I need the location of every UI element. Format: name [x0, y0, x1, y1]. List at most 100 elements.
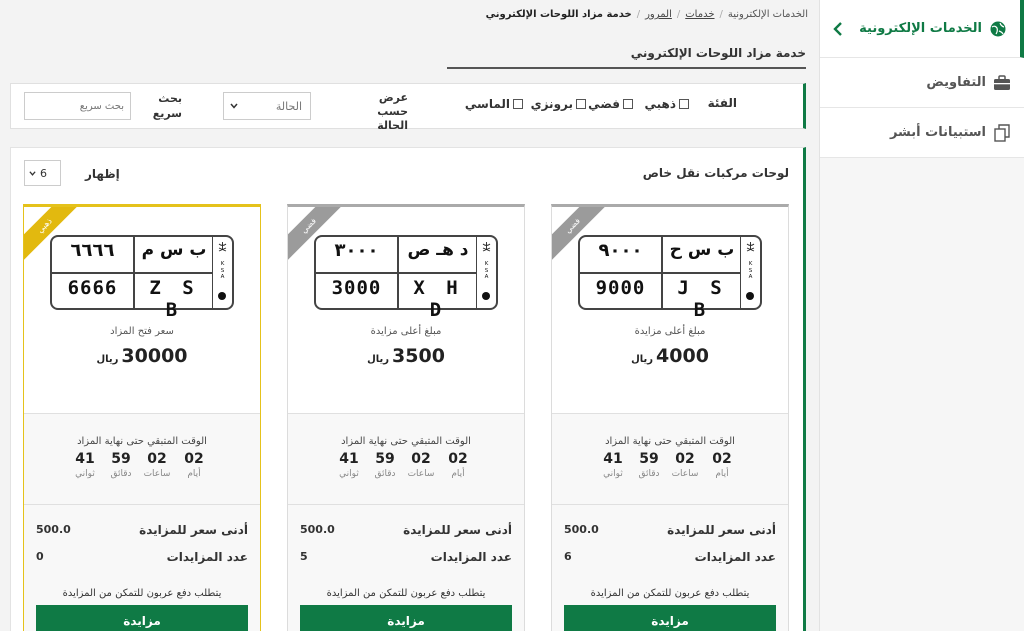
checkbox-bronze[interactable]: برونزي — [531, 97, 586, 111]
checkbox-diamond[interactable]: الماسي — [465, 97, 523, 111]
price-currency: ريال — [631, 354, 654, 365]
countdown-label: الوقت المتبقي حتى نهاية المزاد — [605, 436, 735, 447]
plate-numbers-english: 6666 — [67, 277, 118, 299]
countdown-label: الوقت المتبقي حتى نهاية المزاد — [341, 436, 471, 447]
ksa-letter: S — [748, 267, 753, 274]
ksa-letter: A — [220, 274, 225, 280]
license-plate: ٦٦٦٦ ب س م 6666 Z S B KSA — [50, 235, 234, 321]
countdown-unit: دقائق — [638, 469, 660, 479]
card-header: فضي ٩٠٠٠ ب س ح 9000 J S B KSA مبلغ أعلى … — [552, 207, 788, 413]
plate-numbers-english: 3000 — [331, 277, 382, 299]
saudi-crest-icon — [218, 242, 227, 252]
bid-button[interactable]: مزايدة — [300, 605, 512, 631]
plate-letters-arabic: ب س م — [141, 240, 207, 260]
price: 30000ريال — [24, 345, 260, 367]
countdown: الوقت المتبقي حتى نهاية المزاد 02 أيام 02… — [288, 413, 524, 505]
breadcrumb-services[interactable]: خدمات — [685, 9, 714, 20]
countdown-unit: أيام — [451, 469, 465, 479]
countdown-hours: 02 ساعات — [406, 451, 436, 479]
bids-count-row: عدد المزايدات 0 — [36, 550, 248, 564]
plates-panel: لوحات مركبات نقل خاص إظهار 6 فضي ٩٠٠٠ ب … — [10, 147, 806, 631]
sidebar-item-label: استبيانات أبشر — [889, 125, 986, 140]
breadcrumb-home[interactable]: الخدمات الإلكترونية — [728, 9, 808, 20]
checkbox-label: الماسي — [464, 97, 510, 111]
title-underline — [447, 67, 806, 69]
countdown-value: 02 — [712, 451, 732, 467]
countdown-value: 02 — [675, 451, 695, 467]
license-plate: ٣٠٠٠ د هـ ص 3000 X H D KSA — [314, 235, 498, 321]
plate-numbers-arabic: ٩٠٠٠ — [598, 240, 643, 261]
min-bid-value: 500.0 — [36, 523, 71, 536]
countdown-value: 41 — [75, 451, 95, 467]
briefcase-icon — [992, 74, 1012, 92]
countdown-unit: ثواني — [603, 469, 623, 479]
bid-button[interactable]: مزايدة — [36, 605, 248, 631]
min-bid-value: 500.0 — [564, 523, 599, 536]
plate-ksa-strip: KSA — [476, 237, 496, 308]
countdown-minutes: 59 دقائق — [106, 451, 136, 479]
bids-count-value: 5 — [300, 550, 308, 563]
countdown-value: 41 — [339, 451, 359, 467]
countdown-unit: ساعات — [407, 469, 435, 479]
breadcrumb-current: خدمة مزاد اللوحات الإلكتروني — [485, 9, 632, 20]
countdown-unit: ثواني — [339, 469, 359, 479]
ksa-letter: K — [484, 261, 489, 267]
ksa-letter: K — [220, 261, 225, 267]
search-input[interactable] — [24, 92, 131, 120]
plate-divider — [52, 272, 212, 274]
countdown-days: 02 أيام — [179, 451, 209, 479]
countdown-seconds: 41 ثواني — [598, 451, 628, 479]
plate-dot — [746, 292, 754, 300]
checkbox-label: فضي — [588, 97, 620, 111]
page-title: خدمة مزاد اللوحات الإلكتروني — [630, 46, 806, 60]
min-bid-row: أدنى سعر للمزايدة 500.0 — [564, 523, 776, 537]
countdown-value: 59 — [375, 451, 395, 467]
chevron-down-icon — [29, 170, 36, 176]
plate-letters-arabic: د هـ ص — [407, 240, 469, 260]
checkbox-box[interactable] — [679, 99, 689, 109]
category-label: الفئة — [707, 96, 737, 110]
card-header: فضي ٣٠٠٠ د هـ ص 3000 X H D KSA مبلغ أعلى… — [288, 207, 524, 413]
deposit-note: يتطلب دفع عربون للتمكن من المزايدة — [62, 588, 222, 599]
price-value: 30000 — [121, 345, 188, 367]
show-count-select[interactable]: 6 — [24, 160, 61, 186]
countdown-unit: ساعات — [671, 469, 699, 479]
countdown-seconds: 41 ثواني — [70, 451, 100, 479]
plate-letters-english: X H D — [413, 277, 463, 321]
bids-count-value: 6 — [564, 550, 572, 563]
plate-letters-arabic: ب س ح — [669, 240, 735, 260]
countdown-days: 02 أيام — [707, 451, 737, 479]
checkbox-box[interactable] — [576, 99, 586, 109]
plate-card: فضي ٣٠٠٠ د هـ ص 3000 X H D KSA مبلغ أعلى… — [287, 204, 525, 631]
countdown: الوقت المتبقي حتى نهاية المزاد 02 أيام 02… — [24, 413, 260, 505]
countdown-label: الوقت المتبقي حتى نهاية المزاد — [77, 436, 207, 447]
sidebar-item-delegations[interactable]: التفاويض — [820, 58, 1024, 108]
quick-search-label: بحث سريع — [152, 92, 182, 120]
sidebar: الخدمات الإلكترونية التفاويض استبيانات أ… — [819, 0, 1024, 631]
countdown-minutes: 59 دقائق — [634, 451, 664, 479]
price: 4000ريال — [552, 345, 788, 367]
checkbox-silver[interactable]: فضي — [588, 97, 633, 111]
checkbox-box[interactable] — [623, 99, 633, 109]
breadcrumb-traffic[interactable]: المرور — [645, 9, 672, 20]
status-select[interactable]: الحالة — [223, 92, 311, 120]
copy-documents-icon — [992, 123, 1012, 142]
price-label: مبلغ أعلى مزايدة — [370, 326, 442, 337]
checkbox-gold[interactable]: ذهبي — [644, 97, 689, 111]
status-select-value: الحالة — [275, 99, 302, 113]
bids-count-value: 0 — [36, 550, 44, 563]
ksa-letters: KSA — [483, 261, 490, 281]
sidebar-item-e-services[interactable]: الخدمات الإلكترونية — [820, 0, 1024, 58]
sidebar-item-absher-surveys[interactable]: استبيانات أبشر — [820, 108, 1024, 158]
bid-button[interactable]: مزايدة — [564, 605, 776, 631]
plate-ksa-strip: KSA — [212, 237, 232, 308]
chevron-left-icon[interactable] — [830, 20, 848, 38]
card-header: ذهبي ٦٦٦٦ ب س م 6666 Z S B KSA سعر فتح ا… — [24, 207, 260, 413]
ksa-letters: KSA — [219, 261, 226, 281]
plate-letters-english: J S B — [677, 277, 727, 321]
countdown-days: 02 أيام — [443, 451, 473, 479]
plate-card: فضي ٩٠٠٠ ب س ح 9000 J S B KSA مبلغ أعلى … — [551, 204, 789, 631]
checkbox-box[interactable] — [513, 99, 523, 109]
min-bid-label: أدنى سعر للمزايدة — [403, 523, 512, 537]
plate-dot — [218, 292, 226, 300]
